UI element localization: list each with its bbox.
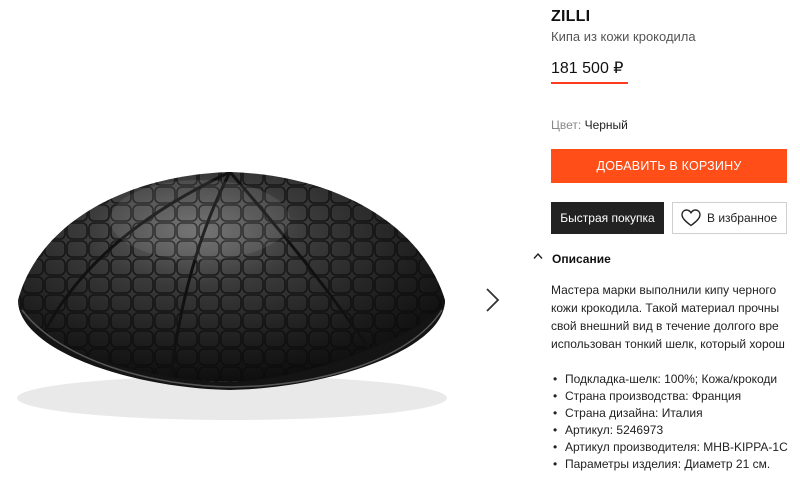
spec-item: Параметры изделия: Диаметр 21 см. — [551, 456, 788, 473]
add-to-cart-label: ДОБАВИТЬ В КОРЗИНУ — [596, 159, 742, 173]
spec-item: Страна дизайна: Италия — [551, 405, 788, 422]
color-label: Цвет: — [551, 118, 582, 132]
brand-name[interactable]: ZILLI — [551, 8, 590, 26]
quick-buy-label: Быстрая покупка — [560, 211, 655, 225]
add-to-cart-button[interactable]: ДОБАВИТЬ В КОРЗИНУ — [551, 149, 787, 183]
heart-icon — [681, 209, 701, 227]
chevron-up-icon — [533, 252, 543, 259]
description-line: свой внешний вид в течение долгого вре — [551, 319, 779, 333]
description-title: Описание — [552, 252, 611, 266]
spec-item: Артикул: 5246973 — [551, 422, 788, 439]
product-name: Кипа из кожи крокодила — [551, 29, 696, 44]
spec-item: Страна производства: Франция — [551, 388, 788, 405]
spec-list: Подкладка-шелк: 100%; Кожа/крокоди Стран… — [551, 371, 788, 473]
quick-buy-button[interactable]: Быстрая покупка — [551, 202, 664, 234]
favorites-label: В избранное — [707, 211, 778, 225]
price-underline — [551, 82, 628, 84]
product-price: 181 500 ₽ — [551, 60, 624, 77]
description-toggle[interactable]: Описание — [533, 250, 733, 268]
color-row: Цвет: Черный — [551, 118, 628, 132]
product-image — [17, 172, 447, 420]
add-to-favorites-button[interactable]: В избранное — [672, 202, 787, 234]
description-line: использован тонкий шелк, который хорош — [551, 337, 785, 351]
product-info: ZILLI Кипа из кожи крокодила 181 500 ₽ Ц… — [551, 0, 800, 491]
description-line: Мастера марки выполнили кипу черного — [551, 283, 777, 297]
description-text: Мастера марки выполнили кипу черного кож… — [551, 281, 800, 353]
spec-item: Артикул производителя: MHB-KIPPA-1С — [551, 439, 788, 456]
chevron-right-icon[interactable] — [480, 285, 504, 315]
description-line: кожи крокодила. Такой материал прочны — [551, 301, 780, 315]
product-gallery — [0, 0, 530, 491]
color-value: Черный — [584, 118, 628, 132]
spec-item: Подкладка-шелк: 100%; Кожа/крокоди — [551, 371, 788, 388]
